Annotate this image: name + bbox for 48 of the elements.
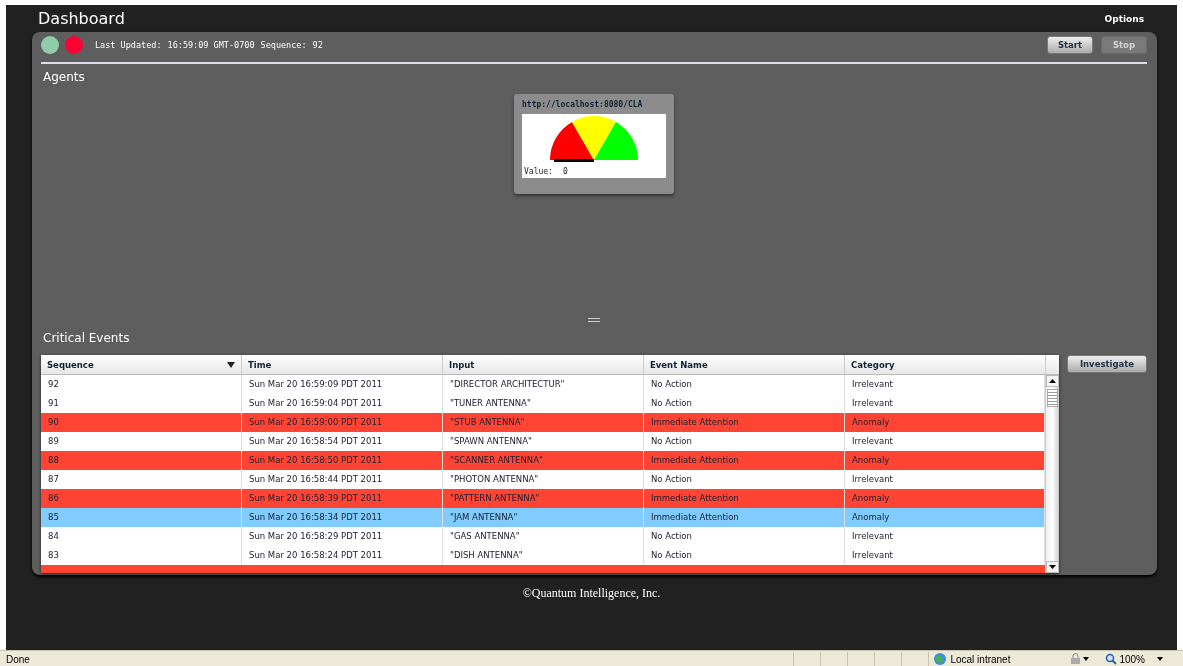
column-label: Input: [449, 359, 475, 370]
table-row[interactable]: 92 Sun Mar 20 16:59:09 PDT 2011 "DIRECTOR ARCHITECTUR" No Action Irrelevant: [41, 375, 1045, 394]
page-title: Dashboard: [38, 9, 125, 28]
table-row[interactable]: 85 Sun Mar 20 16:58:34 PDT 2011 "JAM ANTENNA" Immediate Attention Anomaly: [41, 508, 1045, 527]
sequence-label: Sequence:: [260, 40, 307, 50]
section-title: Agents: [42, 69, 86, 86]
column-label: Sequence: [47, 359, 94, 370]
sequence-value: 92: [312, 40, 323, 50]
value-text: 0: [562, 167, 568, 176]
copyright-text: ©Quantum Intelligence, Inc.: [521, 586, 662, 601]
start-button[interactable]: Start: [1047, 36, 1093, 54]
last-updated-time: 16:59:09 GMT-0700: [167, 40, 255, 50]
sort-icon[interactable]: [227, 361, 235, 368]
zoom-level[interactable]: 100%: [1119, 653, 1145, 665]
column-label: Time: [248, 359, 272, 370]
value-label: Value:: [524, 167, 553, 176]
status-text: Done: [5, 653, 30, 665]
last-updated-label: Last Updated:: [95, 40, 162, 50]
scrollbar[interactable]: [1045, 375, 1059, 573]
splitter-handle[interactable]: [588, 318, 600, 322]
options-link[interactable]: Options: [1104, 13, 1144, 24]
scroll-thumb[interactable]: [1047, 389, 1058, 407]
table-row[interactable]: 83 Sun Mar 20 16:58:24 PDT 2011 "DISH ANTENNA" No Action Irrelevant: [41, 546, 1045, 565]
scroll-down-icon[interactable]: [1046, 561, 1059, 573]
caret-icon[interactable]: [1083, 657, 1090, 661]
column-header[interactable]: Sequence: [41, 355, 242, 374]
investigate-button[interactable]: Investigate: [1067, 355, 1147, 373]
scroll-up-icon[interactable]: [1046, 375, 1059, 387]
column-header[interactable]: Input: [443, 355, 644, 374]
table-row[interactable]: 84 Sun Mar 20 16:58:29 PDT 2011 "GAS ANTENNA" No Action Irrelevant: [41, 527, 1045, 546]
table-row[interactable]: 91 Sun Mar 20 16:59:04 PDT 2011 "TUNER ANTENNA" No Action Irrelevant: [41, 394, 1045, 413]
zoom-icon[interactable]: [1105, 653, 1118, 665]
column-header[interactable]: Category: [845, 355, 1046, 374]
section-title: Critical Events: [42, 330, 131, 347]
column-label: Category: [851, 359, 895, 370]
column-header[interactable]: Time: [242, 355, 443, 374]
globe-icon: [933, 652, 948, 666]
caret-icon[interactable]: [1157, 657, 1163, 661]
table-row[interactable]: 86 Sun Mar 20 16:58:39 PDT 2011 "PATTERN ANTENNA" Immediate Attention Anomaly: [41, 489, 1045, 508]
table-row[interactable]: 89 Sun Mar 20 16:58:54 PDT 2011 "SPAWN ANTENNA" No Action Irrelevant: [41, 432, 1045, 451]
table-row[interactable]: 90 Sun Mar 20 16:59:00 PDT 2011 "STUB ANTENNA" Immediate Attention Anomaly: [41, 413, 1045, 432]
table-row[interactable]: 88 Sun Mar 20 16:58:50 PDT 2011 "SCANNER ANTENNA" Immediate Attention Anomaly: [41, 451, 1045, 470]
agent-url: http://localhost:8080/CLA: [522, 100, 644, 109]
column-header[interactable]: Event Name: [644, 355, 845, 374]
column-label: Event Name: [650, 359, 708, 370]
agent-card[interactable]: http://localhost:8080/CLA Value: 0: [514, 94, 674, 194]
table-row[interactable]: 87 Sun Mar 20 16:58:44 PDT 2011 "PHOTON ANTENNA" No Action Irrelevant: [41, 470, 1045, 489]
zone-text: Local intranet: [950, 653, 1011, 665]
